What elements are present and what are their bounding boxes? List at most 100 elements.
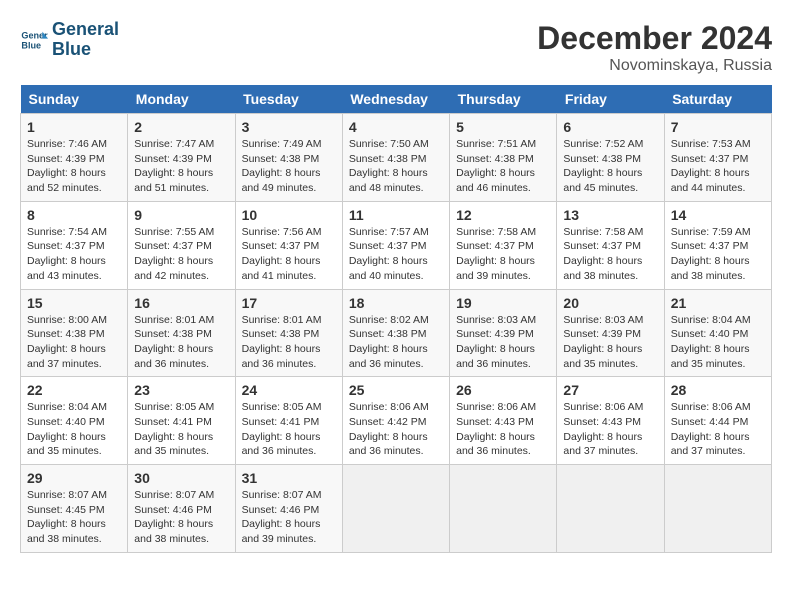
sunrise-label: Sunrise: 7:54 AM: [27, 226, 107, 238]
day-number: 23: [134, 382, 228, 398]
cell-content: Sunrise: 8:07 AM Sunset: 4:46 PM Dayligh…: [242, 488, 336, 547]
calendar-cell: 29 Sunrise: 8:07 AM Sunset: 4:45 PM Dayl…: [21, 465, 128, 553]
cell-content: Sunrise: 8:03 AM Sunset: 4:39 PM Dayligh…: [456, 313, 550, 372]
cell-content: Sunrise: 7:53 AM Sunset: 4:37 PM Dayligh…: [671, 137, 765, 196]
calendar-week-1: 1 Sunrise: 7:46 AM Sunset: 4:39 PM Dayli…: [21, 114, 772, 202]
daylight-label: Daylight: 8 hours and 38 minutes.: [563, 255, 642, 282]
sunset-label: Sunset: 4:44 PM: [671, 416, 749, 428]
day-number: 20: [563, 295, 657, 311]
day-number: 25: [349, 382, 443, 398]
calendar-week-2: 8 Sunrise: 7:54 AM Sunset: 4:37 PM Dayli…: [21, 201, 772, 289]
sunrise-label: Sunrise: 7:46 AM: [27, 138, 107, 150]
sunrise-label: Sunrise: 8:03 AM: [456, 314, 536, 326]
sunset-label: Sunset: 4:43 PM: [456, 416, 534, 428]
daylight-label: Daylight: 8 hours and 43 minutes.: [27, 255, 106, 282]
calendar-cell: [342, 465, 449, 553]
calendar-cell: 13 Sunrise: 7:58 AM Sunset: 4:37 PM Dayl…: [557, 201, 664, 289]
calendar-week-3: 15 Sunrise: 8:00 AM Sunset: 4:38 PM Dayl…: [21, 289, 772, 377]
cell-content: Sunrise: 8:06 AM Sunset: 4:43 PM Dayligh…: [456, 400, 550, 459]
sunset-label: Sunset: 4:43 PM: [563, 416, 641, 428]
calendar-cell: [557, 465, 664, 553]
daylight-label: Daylight: 8 hours and 35 minutes.: [27, 431, 106, 458]
daylight-label: Daylight: 8 hours and 36 minutes.: [349, 431, 428, 458]
day-number: 12: [456, 207, 550, 223]
cell-content: Sunrise: 8:06 AM Sunset: 4:43 PM Dayligh…: [563, 400, 657, 459]
day-number: 1: [27, 119, 121, 135]
logo-text: GeneralBlue: [52, 20, 119, 60]
day-number: 26: [456, 382, 550, 398]
day-number: 17: [242, 295, 336, 311]
calendar-cell: 11 Sunrise: 7:57 AM Sunset: 4:37 PM Dayl…: [342, 201, 449, 289]
calendar-cell: 24 Sunrise: 8:05 AM Sunset: 4:41 PM Dayl…: [235, 377, 342, 465]
daylight-label: Daylight: 8 hours and 40 minutes.: [349, 255, 428, 282]
sunset-label: Sunset: 4:46 PM: [134, 504, 212, 516]
cell-content: Sunrise: 8:07 AM Sunset: 4:46 PM Dayligh…: [134, 488, 228, 547]
location-title: Novominskaya, Russia: [537, 57, 772, 75]
sunset-label: Sunset: 4:41 PM: [242, 416, 320, 428]
cell-content: Sunrise: 7:54 AM Sunset: 4:37 PM Dayligh…: [27, 225, 121, 284]
cell-content: Sunrise: 7:49 AM Sunset: 4:38 PM Dayligh…: [242, 137, 336, 196]
cell-content: Sunrise: 7:58 AM Sunset: 4:37 PM Dayligh…: [563, 225, 657, 284]
calendar-cell: 12 Sunrise: 7:58 AM Sunset: 4:37 PM Dayl…: [450, 201, 557, 289]
calendar-cell: 23 Sunrise: 8:05 AM Sunset: 4:41 PM Dayl…: [128, 377, 235, 465]
calendar-cell: 31 Sunrise: 8:07 AM Sunset: 4:46 PM Dayl…: [235, 465, 342, 553]
sunrise-label: Sunrise: 8:06 AM: [349, 401, 429, 413]
cell-content: Sunrise: 7:59 AM Sunset: 4:37 PM Dayligh…: [671, 225, 765, 284]
daylight-label: Daylight: 8 hours and 37 minutes.: [671, 431, 750, 458]
day-number: 18: [349, 295, 443, 311]
calendar-cell: 22 Sunrise: 8:04 AM Sunset: 4:40 PM Dayl…: [21, 377, 128, 465]
day-number: 6: [563, 119, 657, 135]
sunrise-label: Sunrise: 8:07 AM: [134, 489, 214, 501]
cell-content: Sunrise: 7:46 AM Sunset: 4:39 PM Dayligh…: [27, 137, 121, 196]
sunset-label: Sunset: 4:37 PM: [242, 240, 320, 252]
daylight-label: Daylight: 8 hours and 48 minutes.: [349, 167, 428, 194]
calendar-week-5: 29 Sunrise: 8:07 AM Sunset: 4:45 PM Dayl…: [21, 465, 772, 553]
cell-content: Sunrise: 7:56 AM Sunset: 4:37 PM Dayligh…: [242, 225, 336, 284]
daylight-label: Daylight: 8 hours and 36 minutes.: [456, 343, 535, 370]
sunrise-label: Sunrise: 8:05 AM: [134, 401, 214, 413]
calendar-cell: 28 Sunrise: 8:06 AM Sunset: 4:44 PM Dayl…: [664, 377, 771, 465]
sunrise-label: Sunrise: 7:52 AM: [563, 138, 643, 150]
daylight-label: Daylight: 8 hours and 49 minutes.: [242, 167, 321, 194]
sunrise-label: Sunrise: 7:58 AM: [456, 226, 536, 238]
calendar-week-4: 22 Sunrise: 8:04 AM Sunset: 4:40 PM Dayl…: [21, 377, 772, 465]
sunset-label: Sunset: 4:45 PM: [27, 504, 105, 516]
sunset-label: Sunset: 4:37 PM: [671, 153, 749, 165]
column-header-thursday: Thursday: [450, 85, 557, 114]
calendar-body: 1 Sunrise: 7:46 AM Sunset: 4:39 PM Dayli…: [21, 114, 772, 553]
sunrise-label: Sunrise: 7:49 AM: [242, 138, 322, 150]
calendar-cell: 15 Sunrise: 8:00 AM Sunset: 4:38 PM Dayl…: [21, 289, 128, 377]
calendar-cell: 17 Sunrise: 8:01 AM Sunset: 4:38 PM Dayl…: [235, 289, 342, 377]
sunrise-label: Sunrise: 7:56 AM: [242, 226, 322, 238]
calendar-cell: 2 Sunrise: 7:47 AM Sunset: 4:39 PM Dayli…: [128, 114, 235, 202]
daylight-label: Daylight: 8 hours and 38 minutes.: [134, 518, 213, 545]
cell-content: Sunrise: 8:00 AM Sunset: 4:38 PM Dayligh…: [27, 313, 121, 372]
calendar-table: SundayMondayTuesdayWednesdayThursdayFrid…: [20, 85, 772, 553]
sunrise-label: Sunrise: 8:06 AM: [671, 401, 751, 413]
logo-icon: General Blue: [20, 26, 48, 54]
sunset-label: Sunset: 4:38 PM: [456, 153, 534, 165]
calendar-cell: 30 Sunrise: 8:07 AM Sunset: 4:46 PM Dayl…: [128, 465, 235, 553]
sunrise-label: Sunrise: 7:51 AM: [456, 138, 536, 150]
sunset-label: Sunset: 4:40 PM: [671, 328, 749, 340]
daylight-label: Daylight: 8 hours and 46 minutes.: [456, 167, 535, 194]
calendar-cell: 19 Sunrise: 8:03 AM Sunset: 4:39 PM Dayl…: [450, 289, 557, 377]
sunset-label: Sunset: 4:37 PM: [563, 240, 641, 252]
calendar-cell: [450, 465, 557, 553]
day-number: 4: [349, 119, 443, 135]
calendar-cell: 6 Sunrise: 7:52 AM Sunset: 4:38 PM Dayli…: [557, 114, 664, 202]
sunrise-label: Sunrise: 7:47 AM: [134, 138, 214, 150]
cell-content: Sunrise: 8:05 AM Sunset: 4:41 PM Dayligh…: [242, 400, 336, 459]
day-number: 15: [27, 295, 121, 311]
daylight-label: Daylight: 8 hours and 42 minutes.: [134, 255, 213, 282]
daylight-label: Daylight: 8 hours and 44 minutes.: [671, 167, 750, 194]
day-number: 28: [671, 382, 765, 398]
sunrise-label: Sunrise: 8:07 AM: [27, 489, 107, 501]
day-number: 14: [671, 207, 765, 223]
cell-content: Sunrise: 7:51 AM Sunset: 4:38 PM Dayligh…: [456, 137, 550, 196]
sunset-label: Sunset: 4:37 PM: [349, 240, 427, 252]
sunrise-label: Sunrise: 8:01 AM: [242, 314, 322, 326]
day-number: 3: [242, 119, 336, 135]
cell-content: Sunrise: 7:52 AM Sunset: 4:38 PM Dayligh…: [563, 137, 657, 196]
cell-content: Sunrise: 7:57 AM Sunset: 4:37 PM Dayligh…: [349, 225, 443, 284]
